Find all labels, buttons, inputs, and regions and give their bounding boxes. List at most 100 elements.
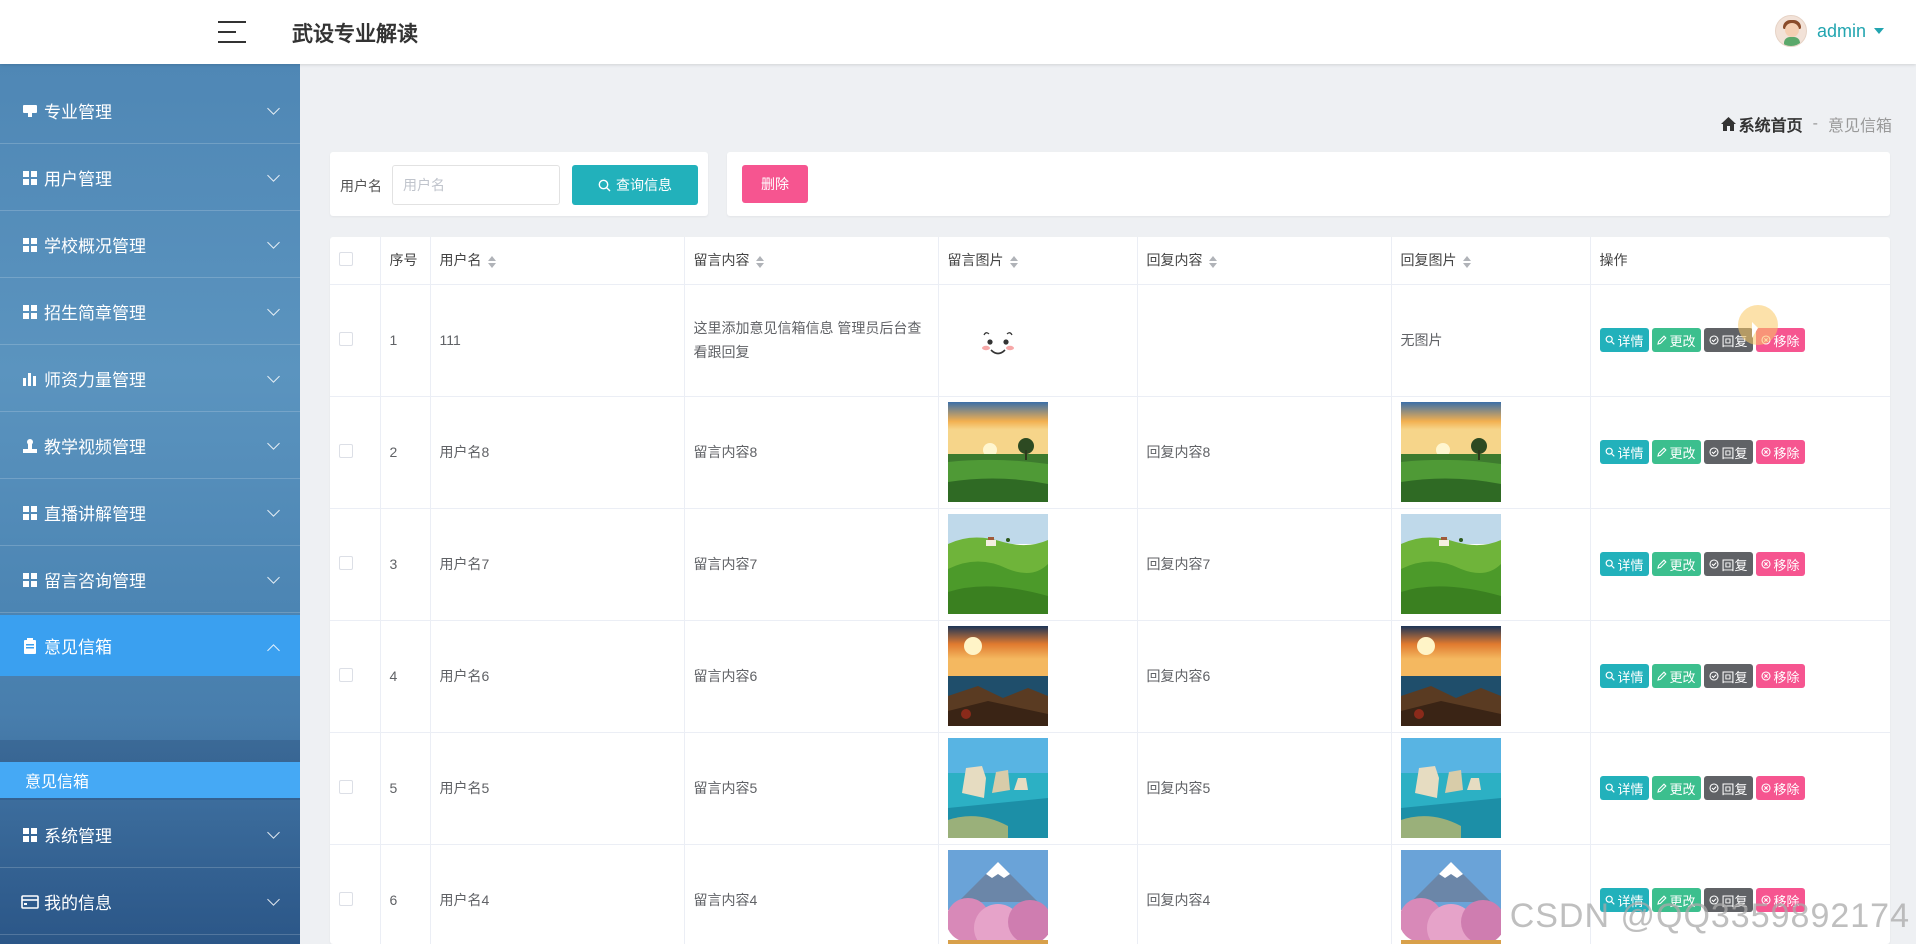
row-checkbox[interactable]: [339, 555, 353, 570]
row-checkbox[interactable]: [339, 331, 353, 346]
cell-content: 留言内容8: [684, 396, 939, 509]
sidebar-item-faculty[interactable]: 师资力量管理: [0, 346, 300, 412]
cell-content: 留言内容5: [684, 732, 939, 845]
sidebar-subitem-feedback[interactable]: 意见信箱: [0, 762, 300, 798]
message-image[interactable]: [947, 514, 1048, 614]
sort-icon[interactable]: [1009, 255, 1018, 268]
row-checkbox[interactable]: [339, 779, 353, 794]
edit-button[interactable]: 更改: [1651, 776, 1701, 800]
detail-button[interactable]: 详情: [1599, 776, 1649, 800]
detail-label: 详情: [1617, 781, 1644, 797]
stamp-icon: [20, 436, 40, 456]
breadcrumb-home-label: 系统首页: [1738, 118, 1803, 135]
delete-button[interactable]: 删除: [742, 165, 808, 203]
select-cell: [330, 284, 381, 397]
message-image[interactable]: [947, 290, 1048, 390]
sidebar-item-system[interactable]: 系统管理: [0, 802, 300, 868]
chevron-down-icon: [267, 504, 280, 517]
watermark: CSDN @QQ3359892174: [1509, 897, 1910, 935]
remove-label: 移除: [1773, 333, 1800, 349]
header-image[interactable]: 留言图片: [938, 237, 1138, 285]
reply-image[interactable]: [1400, 402, 1501, 502]
edit-button[interactable]: 更改: [1651, 440, 1701, 464]
remove-button[interactable]: 移除: [1755, 552, 1805, 576]
username-search-input[interactable]: [392, 165, 560, 205]
reply-image[interactable]: [1400, 626, 1501, 726]
header-image-label: 留言图片: [947, 252, 1004, 269]
grid-icon: [20, 235, 40, 255]
message-image[interactable]: [947, 626, 1048, 726]
row-checkbox[interactable]: [339, 891, 353, 906]
search-icon: [1605, 783, 1615, 793]
detail-button[interactable]: 详情: [1599, 440, 1649, 464]
header-content[interactable]: 留言内容: [684, 237, 939, 285]
edit-button[interactable]: 更改: [1651, 552, 1701, 576]
row-checkbox[interactable]: [339, 443, 353, 458]
sidebar-item-videos[interactable]: 教学视频管理: [0, 413, 300, 479]
top-header: 武设专业解读 admin: [0, 0, 1916, 64]
reply-label: 回复: [1721, 781, 1748, 797]
cell-reply: 回复内容4: [1137, 844, 1392, 944]
sidebar-item-label: 用户管理: [44, 170, 112, 189]
header-index: 序号: [380, 237, 431, 285]
message-image[interactable]: [945, 850, 1052, 944]
edit-button[interactable]: 更改: [1651, 664, 1701, 688]
remove-button[interactable]: 移除: [1755, 440, 1805, 464]
sidebar-item-feedback[interactable]: 意见信箱: [0, 615, 300, 676]
select-cell: [330, 732, 381, 845]
message-image[interactable]: [947, 738, 1048, 838]
select-all-checkbox[interactable]: [339, 251, 353, 266]
detail-button[interactable]: 详情: [1599, 664, 1649, 688]
edit-button[interactable]: 更改: [1651, 328, 1701, 352]
row-checkbox[interactable]: [339, 667, 353, 682]
table-header-row: 序号 用户名 留言内容 留言图片 回复内容 回复图片 操作: [330, 237, 1890, 285]
cell-content: 留言内容4: [684, 844, 939, 944]
user-menu[interactable]: admin: [1774, 14, 1884, 48]
search-icon: [1605, 671, 1615, 681]
sidebar-item-messages[interactable]: 留言咨询管理: [0, 547, 300, 613]
reply-image[interactable]: [1398, 850, 1505, 944]
message-image[interactable]: [947, 402, 1048, 502]
breadcrumb: 系统首页 - 意见信箱: [1720, 112, 1892, 136]
reply-image[interactable]: [1400, 738, 1501, 838]
grid-icon: [20, 825, 40, 845]
sidebar-item-profile[interactable]: 我的信息: [0, 869, 300, 935]
breadcrumb-home[interactable]: 系统首页: [1720, 112, 1803, 136]
remove-button[interactable]: 移除: [1755, 664, 1805, 688]
sort-icon[interactable]: [487, 255, 496, 268]
edit-label: 更改: [1669, 557, 1696, 573]
cell-ops: 详情 更改 回复 移除: [1590, 620, 1890, 733]
sidebar-item-enrollment[interactable]: 招生简章管理: [0, 279, 300, 345]
sort-icon[interactable]: [755, 255, 764, 268]
detail-button[interactable]: 详情: [1599, 328, 1649, 352]
header-username[interactable]: 用户名: [430, 237, 685, 285]
sidebar-item-live[interactable]: 直播讲解管理: [0, 480, 300, 546]
caret-down-icon: [1874, 28, 1884, 34]
sidebar-item-users[interactable]: 用户管理: [0, 145, 300, 211]
detail-button[interactable]: 详情: [1599, 552, 1649, 576]
chevron-down-icon: [267, 826, 280, 839]
sort-icon[interactable]: [1462, 255, 1471, 268]
reply-button[interactable]: 回复: [1703, 776, 1753, 800]
cell-image: [938, 508, 1138, 621]
sidebar-item-major[interactable]: 专业管理: [0, 78, 300, 144]
remove-button[interactable]: 移除: [1755, 776, 1805, 800]
check-circle-icon: [1708, 783, 1719, 793]
search-button[interactable]: 查询信息: [572, 165, 698, 205]
header-reply[interactable]: 回复内容: [1137, 237, 1392, 285]
reply-button[interactable]: 回复: [1703, 552, 1753, 576]
reply-button[interactable]: 回复: [1703, 664, 1753, 688]
reply-label: 回复: [1721, 669, 1748, 685]
menu-toggle-icon[interactable]: [218, 20, 246, 44]
check-circle-icon: [1708, 335, 1719, 345]
pencil-icon: [1656, 559, 1667, 569]
sort-icon[interactable]: [1208, 255, 1217, 268]
reply-label: 回复: [1721, 445, 1748, 461]
reply-image[interactable]: [1400, 514, 1501, 614]
cell-index: 1: [380, 284, 431, 397]
header-reply-image[interactable]: 回复图片: [1391, 237, 1591, 285]
sidebar-item-school[interactable]: 学校概况管理: [0, 212, 300, 278]
reply-button[interactable]: 回复: [1703, 440, 1753, 464]
chevron-down-icon: [267, 437, 280, 450]
sidebar-item-label: 意见信箱: [44, 638, 112, 657]
